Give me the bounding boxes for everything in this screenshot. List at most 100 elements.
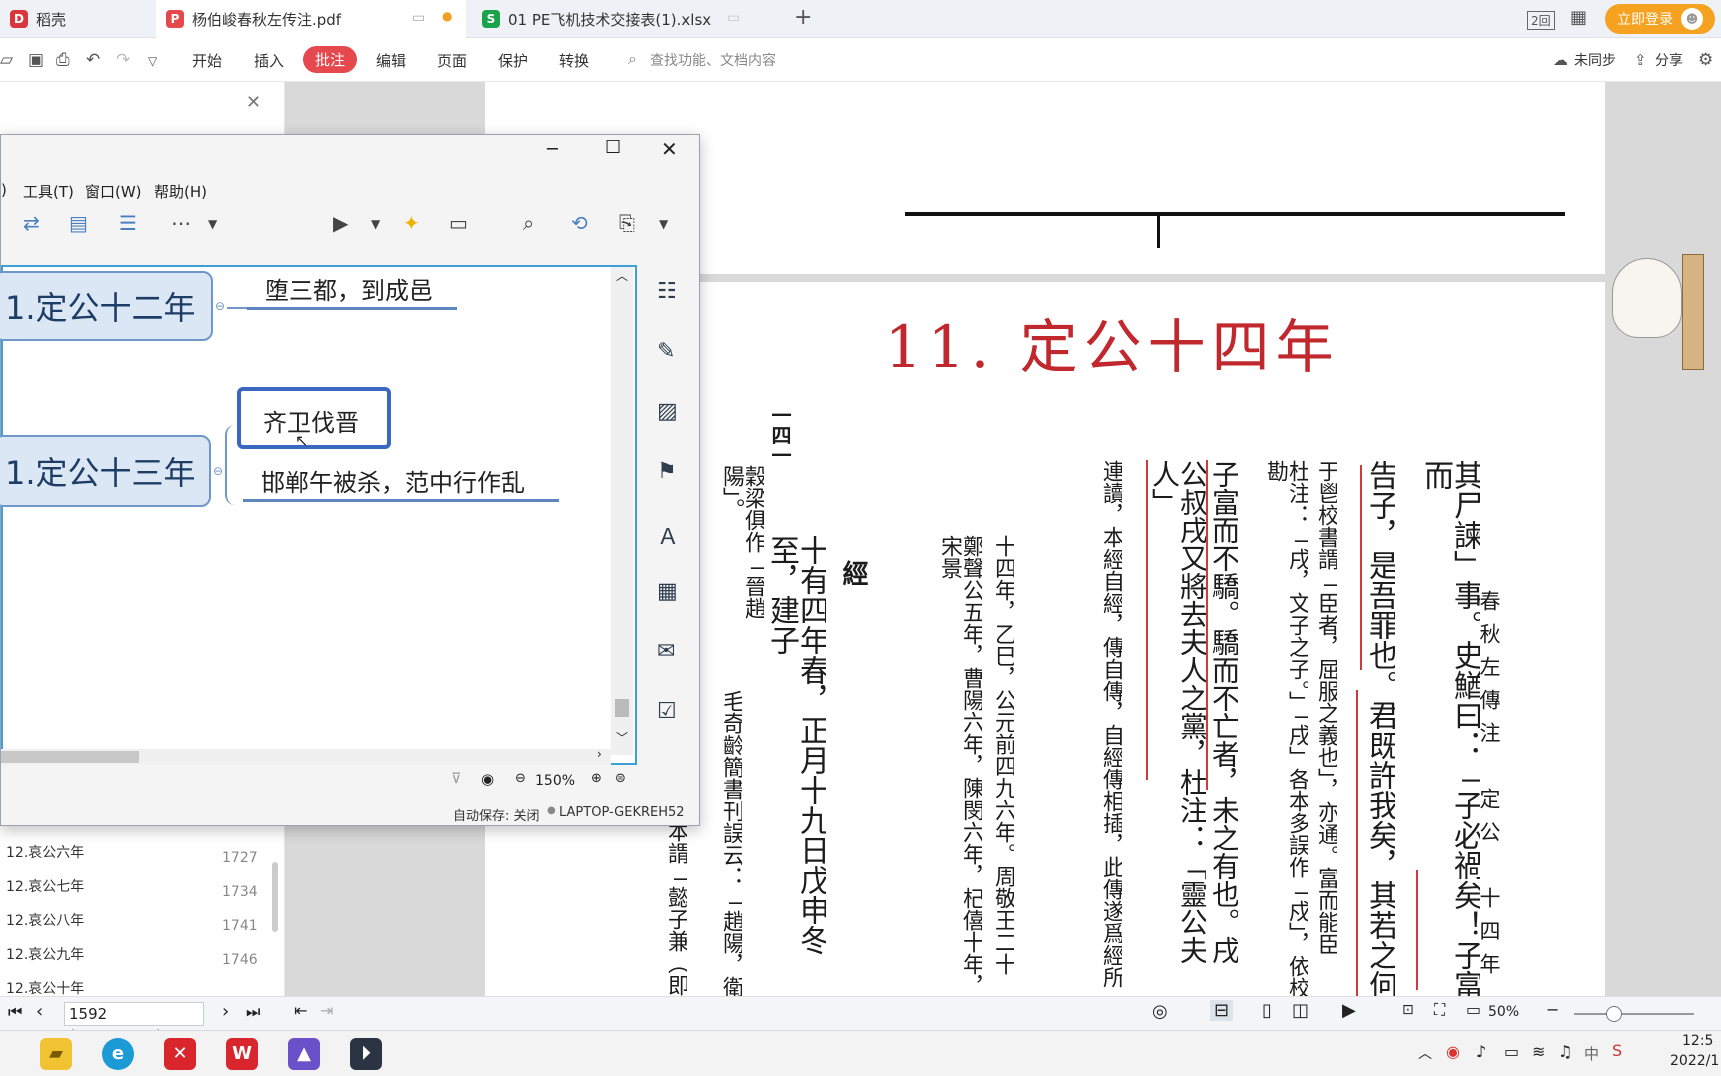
outline-panel-icon[interactable]: ☷ — [657, 279, 677, 304]
scrollbar[interactable] — [272, 862, 278, 932]
single-page-icon[interactable]: ⊟ — [1210, 1000, 1234, 1021]
menu-protect[interactable]: 保护 — [498, 50, 528, 71]
subtopic[interactable]: 邯郸午被杀，范中行作乱 — [261, 463, 525, 498]
play-icon[interactable]: ▶ — [1342, 1000, 1356, 1021]
volume-icon[interactable]: ♫ — [1558, 1042, 1572, 1061]
autosave-status[interactable]: 自动保存: 关闭 — [453, 805, 540, 824]
eye-icon[interactable]: ◎ — [1152, 1001, 1168, 1022]
image-icon[interactable]: ▨ — [657, 399, 678, 424]
tab-daoke[interactable]: D 稻壳 — [0, 0, 150, 38]
task-icon[interactable]: ☑ — [657, 699, 677, 724]
dropdown-icon[interactable]: ▼ — [371, 217, 380, 231]
scroll-down-icon[interactable]: ﹀ — [616, 729, 628, 746]
zoom-value[interactable]: 50% — [1488, 1004, 1519, 1020]
actual-size-icon[interactable]: ⊡ — [1402, 1002, 1414, 1018]
dropdown-icon[interactable]: ▼ — [208, 217, 217, 231]
collapse-icon[interactable]: ⊖ — [213, 464, 223, 478]
zoom-level[interactable]: 150% — [535, 773, 575, 789]
close-window-button[interactable]: ✕ — [661, 137, 678, 161]
last-page-icon[interactable]: ⏭ — [246, 1002, 260, 1022]
menu-tools[interactable]: 工具(T) — [23, 181, 74, 202]
panel-icon[interactable]: ▭ — [449, 211, 468, 235]
zoom-slider-thumb[interactable] — [1606, 1006, 1622, 1022]
forward-icon[interactable]: ⇥ — [320, 1001, 333, 1020]
menu-page[interactable]: 页面 — [437, 50, 467, 71]
book-view-icon[interactable]: ◫ — [1292, 1000, 1309, 1021]
maximize-button[interactable]: ☐ — [605, 137, 621, 158]
mindmap-canvas[interactable]: 1.定公十二年 ⊖ 堕三都，到成邑 1.定公十三年 ⊖ 齐卫伐晋 ↖ 邯郸午被杀… — [0, 265, 637, 765]
tab-pdf[interactable]: P 杨伯峻春秋左传注.pdf ▭ ● — [156, 0, 466, 38]
xmind-icon[interactable]: ✕ — [164, 1038, 196, 1070]
print-icon[interactable]: ⎙ — [56, 50, 70, 70]
menu-edit[interactable]: 编辑 — [376, 50, 406, 71]
tray-chevron-icon[interactable]: ︿ — [1418, 1043, 1432, 1063]
window-icon[interactable]: ▭ — [727, 10, 740, 26]
menu-partial[interactable]: ) — [1, 181, 7, 199]
zoom-out-icon[interactable]: − — [1546, 1000, 1559, 1019]
search-icon[interactable]: ⌕ — [628, 49, 637, 69]
settings-icon[interactable]: ⚙ — [1698, 50, 1713, 70]
export-icon[interactable]: ⎘ — [619, 211, 635, 235]
fit-width-icon[interactable]: ▭ — [1466, 1000, 1481, 1019]
mindmap-node[interactable]: 1.定公十三年 — [0, 435, 211, 507]
file-explorer-icon[interactable]: ▰ — [40, 1038, 72, 1070]
menu-insert[interactable]: 插入 — [254, 50, 284, 71]
fit-page-icon[interactable]: ⛶ — [1434, 1000, 1445, 1020]
video-app-icon[interactable]: ⏵ — [350, 1038, 382, 1070]
battery-icon[interactable]: ▭ — [1504, 1042, 1519, 1061]
menu-convert[interactable]: 转换 — [559, 50, 589, 71]
sync-status[interactable]: 未同步 — [1574, 50, 1616, 70]
scroll-right-icon[interactable]: › — [597, 747, 602, 761]
menu-start[interactable]: 开始 — [192, 50, 222, 71]
login-button[interactable]: 立即登录 ☻ — [1605, 4, 1715, 34]
fit-icon[interactable]: ⊜ — [615, 771, 626, 786]
window-icon[interactable]: ▭ — [412, 10, 425, 26]
collapse-icon[interactable]: ⊖ — [215, 299, 225, 313]
zoom-out-icon[interactable]: ⊖ — [515, 771, 526, 786]
view-icon[interactable]: ◉ — [481, 770, 494, 788]
continuous-icon[interactable]: ▯ — [1262, 1000, 1272, 1021]
swap-icon[interactable]: ⇄ — [23, 211, 40, 235]
wps-icon[interactable]: W — [226, 1038, 258, 1070]
redo-icon[interactable]: ↷ — [116, 50, 130, 70]
first-page-icon[interactable]: ⏮ — [8, 1002, 22, 1022]
scroll-thumb[interactable] — [1, 751, 139, 763]
mindmap-node[interactable]: 1.定公十二年 — [0, 271, 213, 341]
open-folder-icon[interactable]: ▱ — [0, 50, 13, 70]
menu-help[interactable]: 帮助(H) — [154, 181, 207, 202]
subtopic[interactable]: 堕三都，到成邑 — [265, 271, 433, 306]
clock-time[interactable]: 12:5 — [1682, 1033, 1713, 1049]
minimize-button[interactable]: ─ — [547, 139, 558, 160]
scroll-thumb[interactable] — [615, 699, 629, 717]
apps-grid-icon[interactable]: ▦ — [1570, 7, 1587, 28]
prev-page-icon[interactable]: ‹ — [36, 1001, 43, 1022]
subtopic-selected[interactable]: 齐卫伐晋 — [237, 387, 391, 449]
zoom-icon[interactable]: ⌕ — [523, 211, 534, 235]
wps-tray-icon[interactable]: S — [1612, 1041, 1622, 1060]
microphone-icon[interactable]: ♪ — [1476, 1042, 1486, 1061]
close-icon[interactable]: ✕ — [246, 92, 261, 113]
more-icon[interactable]: ⋯ — [171, 211, 191, 235]
scroll-up-icon[interactable]: ︿ — [616, 267, 628, 284]
format-brush-icon[interactable]: ✎ — [657, 339, 675, 364]
new-tab-button[interactable]: + — [794, 5, 812, 30]
wifi-icon[interactable]: ≋ — [1532, 1042, 1545, 1061]
ime-indicator[interactable]: 中 — [1584, 1043, 1599, 1064]
menu-annotate[interactable]: 批注 — [303, 46, 358, 73]
zoom-in-icon[interactable]: ⊕ — [591, 771, 602, 786]
edge-icon[interactable]: e — [102, 1038, 134, 1070]
notes-icon[interactable]: ▦ — [657, 579, 678, 604]
photos-icon[interactable]: ▲ — [288, 1038, 320, 1070]
filter-icon[interactable]: ⊽ — [451, 771, 461, 787]
outline-icon[interactable]: ▤ — [69, 211, 88, 235]
menu-window[interactable]: 窗口(W) — [85, 181, 142, 202]
dropdown-icon[interactable]: ▼ — [659, 217, 668, 231]
vertical-scrollbar[interactable]: ︿ ﹀ — [611, 267, 633, 755]
clock-date[interactable]: 2022/1 — [1670, 1053, 1719, 1069]
next-page-icon[interactable]: › — [222, 1001, 229, 1022]
search-input[interactable]: 查找功能、文档内容 — [650, 50, 776, 70]
comment-icon[interactable]: ✉ — [657, 639, 675, 664]
horizontal-scrollbar[interactable]: › — [1, 747, 611, 765]
idea-icon[interactable]: ✦ — [403, 211, 420, 235]
zoom-slider[interactable] — [1574, 1013, 1694, 1015]
